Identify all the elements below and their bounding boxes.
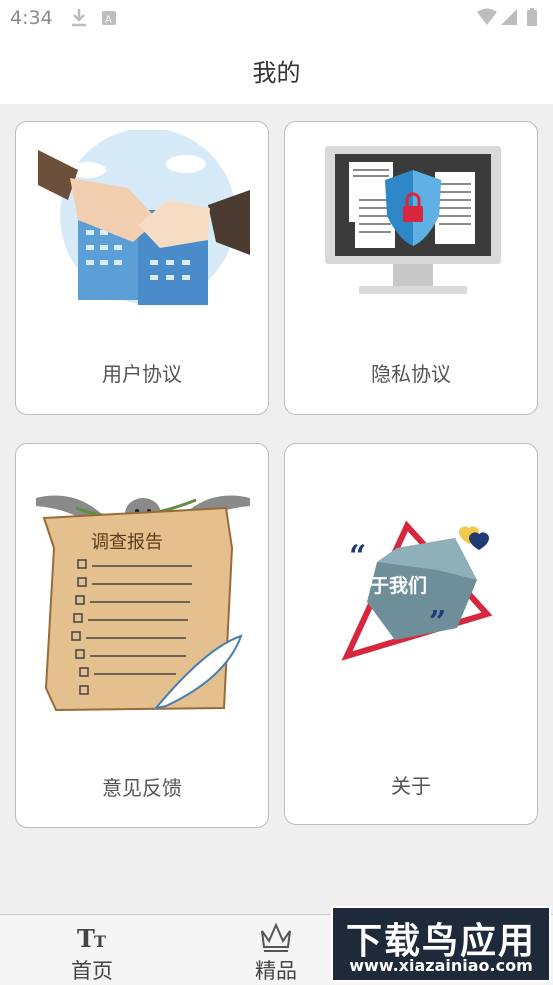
wifi-signal-battery-icon xyxy=(477,8,537,26)
survey-report-icon: 调查报告 xyxy=(36,495,250,712)
status-system-icons xyxy=(475,8,545,32)
about-label: 关于 xyxy=(391,774,431,798)
about-us-badge-icon: “ ” 关于我们 xyxy=(341,520,493,661)
svg-text:”: ” xyxy=(429,605,446,640)
privacy-shield-icon xyxy=(325,146,501,294)
svg-text:T: T xyxy=(94,932,106,951)
page-title: 我的 xyxy=(252,58,301,87)
svg-text:A: A xyxy=(105,15,112,26)
crown-icon xyxy=(261,922,291,952)
feedback-card[interactable]: 调查报告 意见反馈 xyxy=(15,443,269,828)
about-us-text: 关于我们 xyxy=(351,574,427,597)
user-agreement-label: 用户协议 xyxy=(102,362,182,386)
status-time: 4:34 xyxy=(10,7,53,29)
nav-featured-label: 精品 xyxy=(255,959,297,983)
text-size-icon: T T xyxy=(77,924,106,953)
title-bar: 我的 xyxy=(0,36,553,104)
survey-title-text: 调查报告 xyxy=(91,532,163,553)
status-notification-icons: A xyxy=(70,8,120,32)
about-card[interactable]: “ ” 关于我们 关于 xyxy=(284,443,538,825)
svg-text:“: “ xyxy=(349,539,366,574)
handshake-icon xyxy=(38,130,250,305)
watermark-logo: 下载鸟应用 www.xiazainiao.com xyxy=(331,906,551,982)
feedback-label: 意见反馈 xyxy=(102,776,182,800)
privacy-card[interactable]: 隐私协议 xyxy=(284,121,538,415)
status-bar: 4:34 A xyxy=(0,0,553,36)
privacy-label: 隐私协议 xyxy=(371,362,451,386)
nav-home-label: 首页 xyxy=(71,959,113,983)
svg-text:T: T xyxy=(77,924,95,953)
download-icon: A xyxy=(72,9,116,27)
nav-featured[interactable]: 精品 xyxy=(216,915,336,985)
user-agreement-card[interactable]: 用户协议 xyxy=(15,121,269,415)
nav-home[interactable]: T T 首页 xyxy=(32,915,152,985)
watermark-url: www.xiazainiao.com xyxy=(349,956,533,975)
